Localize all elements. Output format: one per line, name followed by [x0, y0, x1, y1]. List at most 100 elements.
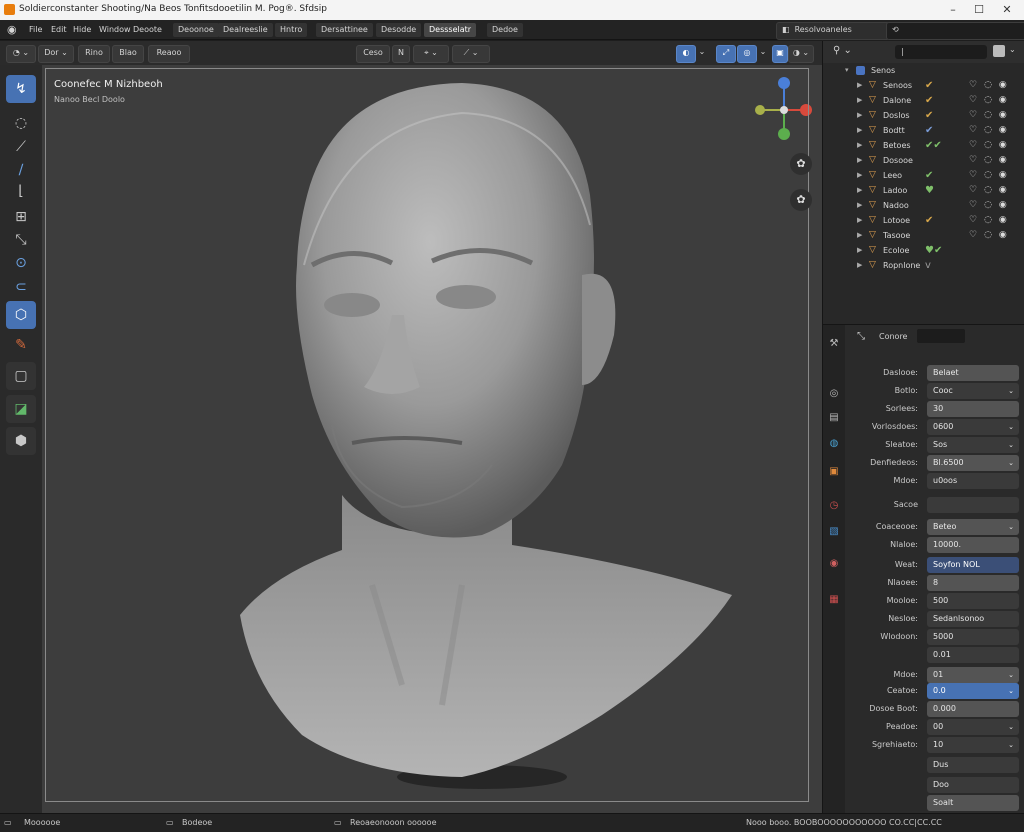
blender-icon[interactable]: ◉ — [2, 23, 22, 37]
property-field[interactable]: 10000. — [927, 537, 1019, 553]
outliner-root[interactable]: ▾ Senos — [823, 63, 1024, 78]
overlay-toggle[interactable]: N — [392, 45, 410, 63]
expand-arrow-icon[interactable]: ▶ — [857, 213, 862, 228]
property-field[interactable]: 00 ⌄ — [927, 719, 1019, 735]
snake-hook-icon[interactable]: ⊂ — [6, 273, 36, 301]
property-field[interactable]: Dus — [927, 757, 1019, 773]
menu-file[interactable]: File — [24, 23, 47, 37]
pinch-icon[interactable]: ✎ — [6, 331, 36, 359]
overlays-chevron-icon[interactable]: ⌄ — [757, 45, 769, 61]
property-field[interactable]: Cooc ⌄ — [927, 383, 1019, 399]
visibility-chevron-icon[interactable]: ⌄ — [696, 45, 708, 61]
pan-icon[interactable]: ✿ — [790, 189, 812, 211]
box-mask-icon[interactable]: ◪ — [6, 395, 36, 423]
maximize-button[interactable]: ☐ — [968, 2, 990, 18]
property-field[interactable]: Belaet — [927, 365, 1019, 381]
visibility-icons[interactable]: ♡◌◉ — [969, 93, 1014, 108]
property-field[interactable]: 0.0 ⌄ — [927, 683, 1019, 699]
visibility-icons[interactable]: ♡◌◉ — [969, 123, 1014, 138]
property-field[interactable]: 01 ⌄ — [927, 667, 1019, 683]
property-field[interactable]: Sedanlsonoo — [927, 611, 1019, 627]
outliner-row[interactable]: ▶ ▽ Dosooe ♡◌◉ — [823, 153, 1024, 168]
gizmo-toggle[interactable]: ⤢ — [716, 45, 736, 63]
property-field[interactable]: 8 — [927, 575, 1019, 591]
property-field[interactable]: Sos ⌄ — [927, 437, 1019, 453]
snap-dropdown[interactable]: ⌖ ⌄ — [413, 45, 449, 63]
thumb-icon[interactable]: ⬡ — [6, 301, 36, 329]
workspace-tab-sculpting[interactable]: Dessselatr — [424, 23, 477, 37]
outliner-row[interactable]: ▶ ▽ Doslos ✔ ♡◌◉ — [823, 108, 1024, 123]
expand-arrow-icon[interactable]: ▶ — [857, 228, 862, 243]
expand-arrow-icon[interactable]: ▶ — [857, 108, 862, 123]
outliner-row[interactable]: ▶ ▽ Dalone ✔ ♡◌◉ — [823, 93, 1024, 108]
outliner-row[interactable]: ▶ ▽ Leeo ✔ ♡◌◉ — [823, 168, 1024, 183]
visibility-icons[interactable]: ♡◌◉ — [969, 198, 1014, 213]
expand-arrow-icon[interactable]: ▶ — [857, 168, 862, 183]
workspace-tab-5[interactable]: Desodde — [376, 23, 422, 37]
view-layer-search[interactable]: ⟲ — [886, 22, 1024, 40]
outliner-row[interactable]: ▶ ▽ Ladoo ♥ ♡◌◉ — [823, 183, 1024, 198]
property-field[interactable]: Bl.6500 ⌄ — [927, 455, 1019, 471]
outliner-search[interactable]: | — [895, 45, 987, 59]
expand-arrow-icon[interactable]: ▶ — [857, 138, 862, 153]
property-field[interactable]: 500 — [927, 593, 1019, 609]
outliner-filter-chevron-icon[interactable]: ⌄ — [1009, 45, 1016, 54]
outliner-row[interactable]: ▶ ▽ Tasooe ♡◌◉ — [823, 228, 1024, 243]
expand-arrow-icon[interactable]: ▶ — [857, 123, 862, 138]
visibility-icons[interactable]: ♡◌◉ — [969, 138, 1014, 153]
property-field[interactable]: 0600 ⌄ — [927, 419, 1019, 435]
editor-type-dropdown[interactable]: ◔ ⌄ — [6, 45, 36, 63]
visibility-icons[interactable]: ● — [969, 243, 1024, 258]
property-field[interactable]: 0.01 — [927, 647, 1019, 663]
workspace-tab-4[interactable]: Dersattinee — [316, 23, 373, 37]
outliner-row[interactable]: ▶ ▽ Betoes ✔✔ ♡◌◉ — [823, 138, 1024, 153]
visibility-icons[interactable]: ♡◌◉ — [969, 168, 1014, 183]
property-field[interactable]: 5000 — [927, 629, 1019, 645]
expand-arrow-icon[interactable]: ▶ — [857, 258, 862, 273]
expand-arrow-icon[interactable]: ▶ — [857, 183, 862, 198]
scene-selector[interactable]: ◧ Resolvoaneles — [776, 22, 890, 40]
tool-tab-icon[interactable]: ⚒ — [827, 337, 841, 351]
expand-arrow-icon[interactable]: ▶ — [857, 78, 862, 93]
visibility-icons[interactable]: ♡◌◉ — [969, 78, 1014, 93]
menu-help[interactable]: Deoote — [128, 23, 167, 37]
outliner-row[interactable]: ▶ ▽ Bodtt ✔ ♡◌◉ — [823, 123, 1024, 138]
expand-arrow-icon[interactable]: ▶ — [857, 153, 862, 168]
outliner-display-mode-dropdown[interactable]: ⚲ ⌄ — [833, 45, 852, 56]
expand-arrow-icon[interactable]: ▶ — [857, 93, 862, 108]
properties-name-field[interactable] — [917, 329, 965, 343]
mask-icon[interactable]: ▢ — [6, 362, 36, 390]
outliner-row[interactable]: ▶ ▽ Ropnlone v ● — [823, 258, 1024, 273]
proportional-dropdown[interactable]: ⟋ ⌄ — [452, 45, 490, 63]
visibility-icons[interactable]: ♡◌◉ — [969, 213, 1014, 228]
property-field[interactable]: Soalt — [927, 795, 1019, 811]
visibility-icons[interactable]: ♡◌◉ — [969, 183, 1014, 198]
close-button[interactable]: ✕ — [996, 2, 1018, 18]
property-field[interactable]: 10 ⌄ — [927, 737, 1019, 753]
workspace-tab-3[interactable]: Hntro — [275, 23, 308, 37]
transform-dropdown[interactable]: Ceso — [356, 45, 390, 63]
outliner-row[interactable]: ▶ ▽ Lotooe ✔ ♡◌◉ — [823, 213, 1024, 228]
expand-arrow-icon[interactable]: ▶ — [857, 243, 862, 258]
transform-icon[interactable]: ⬢ — [6, 427, 36, 455]
visibility-icons[interactable]: ♡◌◉ — [969, 228, 1014, 243]
3d-viewport[interactable]: Coonefec M Nizhbeoh Nanoo Becl Doolo ✿ ✿ — [42, 65, 822, 813]
outliner-row[interactable]: ▶ ▽ Nadoo ♡◌◉ — [823, 198, 1024, 213]
visibility-icons[interactable]: ♡◌◉ — [969, 153, 1014, 168]
outliner-row[interactable]: ▶ ▽ Ecoloe ♥✔ ● — [823, 243, 1024, 258]
menu-hide[interactable]: Hide — [68, 23, 96, 37]
property-field[interactable]: 30 — [927, 401, 1019, 417]
outliner-row[interactable]: ▶ ▽ Senoos ✔ ♡◌◉ — [823, 78, 1024, 93]
property-field[interactable]: Doo — [927, 777, 1019, 793]
property-field[interactable]: Beteo ⌄ — [927, 519, 1019, 535]
zoom-icon[interactable]: ✿ — [790, 153, 812, 175]
property-field[interactable]: u0oos — [927, 473, 1019, 489]
expand-arrow-icon[interactable]: ▶ — [857, 198, 862, 213]
property-field[interactable] — [927, 497, 1019, 513]
visibility-icons[interactable]: ● — [969, 258, 1024, 273]
outliner-filter-icon[interactable] — [993, 45, 1005, 57]
mode-dropdown[interactable]: Dor ⌄ — [38, 45, 74, 63]
workspace-tab-7[interactable]: Dedoe — [487, 23, 523, 37]
select-menu[interactable]: Blao — [112, 45, 144, 63]
workspace-tab-1[interactable]: Deoonoe — [173, 23, 219, 37]
